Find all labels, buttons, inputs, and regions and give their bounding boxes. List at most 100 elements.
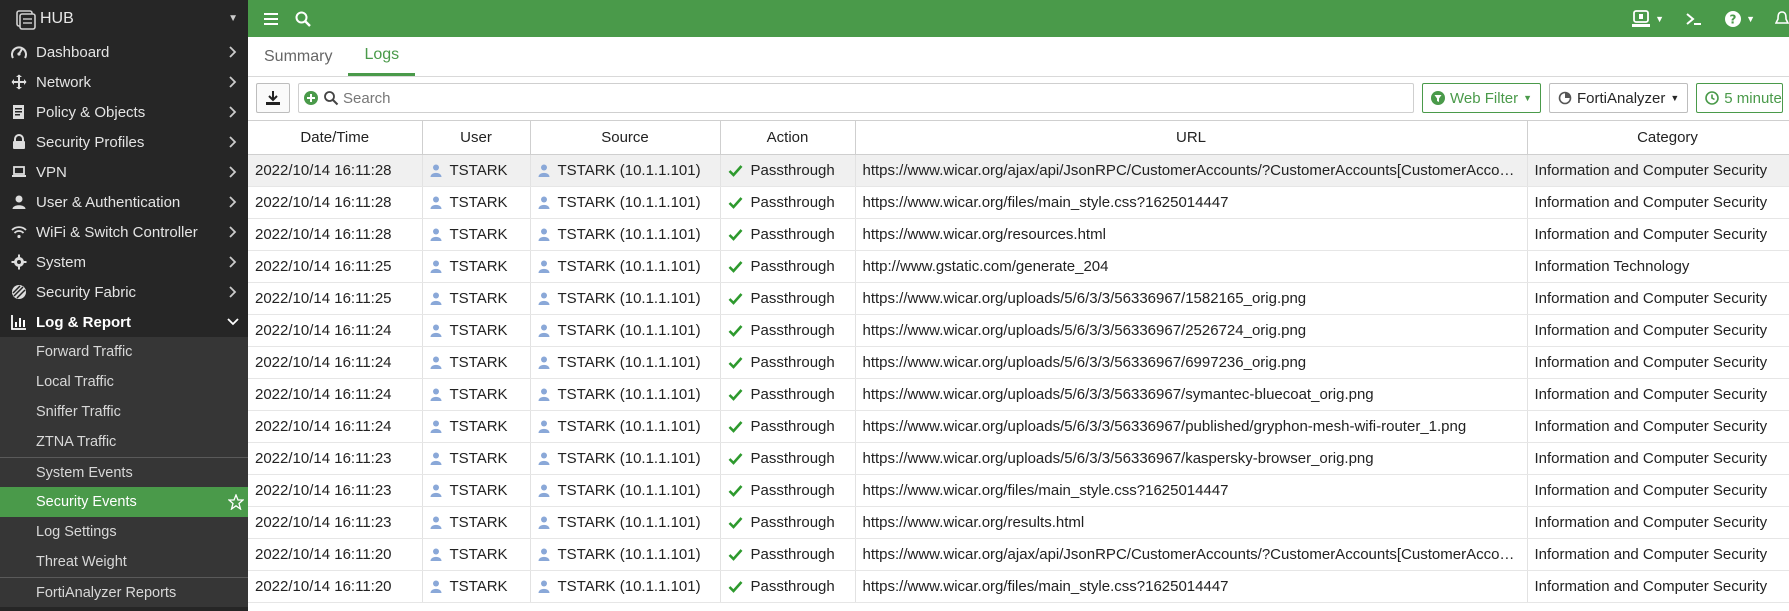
source-text: TSTARK (10.1.1.101) — [557, 258, 701, 275]
sidebar-item-label: Log & Report — [36, 313, 131, 331]
cell-user: TSTARK — [422, 314, 531, 347]
clock-icon — [1705, 91, 1720, 105]
category-text: Information and Computer Security — [1534, 450, 1768, 467]
cell-action: Passthrough — [720, 442, 856, 475]
search-icon[interactable] — [294, 10, 312, 28]
sidebar-subitem-fortianalyzer-reports[interactable]: FortiAnalyzer Reports — [0, 577, 248, 607]
caret-down-icon: ▼ — [228, 13, 238, 24]
cell-action: Passthrough — [720, 282, 856, 315]
dashboard-icon — [10, 43, 28, 61]
cell-category: Information Technology — [1527, 250, 1789, 283]
add-filter-icon[interactable] — [303, 90, 319, 106]
table-row[interactable]: 2022/10/14 16:11:25 TSTARK TSTARK (10.1.1.… — [248, 282, 1789, 315]
cell-source: TSTARK (10.1.1.101) — [530, 538, 721, 571]
table-row[interactable]: 2022/10/14 16:11:20 TSTARK TSTARK (10.1.1.… — [248, 538, 1789, 571]
help-menu[interactable]: ? ▼ — [1724, 10, 1755, 28]
device-icon — [16, 9, 36, 30]
sidebar-item-network[interactable]: Network — [0, 67, 248, 97]
sidebar-item-system[interactable]: System — [0, 247, 248, 277]
url-text: https://www.wicar.org/uploads/5/6/3/3/56… — [862, 450, 1374, 467]
column-header-user[interactable]: User — [422, 120, 531, 155]
action-text: Passthrough — [750, 386, 835, 403]
fortianalyzer-icon — [1558, 91, 1572, 105]
datetime-text: 2022/10/14 16:11:28 — [255, 194, 392, 211]
column-header-source[interactable]: Source — [530, 120, 721, 155]
sidebar-item-security-profiles[interactable]: Security Profiles — [0, 127, 248, 157]
cell-datetime: 2022/10/14 16:11:23 — [248, 506, 423, 539]
sidebar-item-vpn[interactable]: VPN — [0, 157, 248, 187]
search-input[interactable] — [343, 89, 1413, 107]
star-icon[interactable] — [228, 494, 244, 510]
user-text: TSTARK — [449, 322, 508, 339]
tab-summary[interactable]: Summary — [248, 37, 348, 76]
user-text: TSTARK — [449, 418, 508, 435]
laptop-icon — [10, 163, 28, 181]
device-name: HUB — [40, 9, 74, 27]
sidebar-subitem-ztna-traffic[interactable]: ZTNA Traffic — [0, 427, 248, 457]
table-row[interactable]: 2022/10/14 16:11:25 TSTARK TSTARK (10.1.1.… — [248, 250, 1789, 283]
search-bar — [298, 83, 1414, 113]
column-header-action[interactable]: Action — [720, 120, 856, 155]
table-row[interactable]: 2022/10/14 16:11:24 TSTARK TSTARK (10.1.1.… — [248, 410, 1789, 443]
sidebar-subitem-threat-weight[interactable]: Threat Weight — [0, 547, 248, 577]
sidebar-item-user-authentication[interactable]: User & Authentication — [0, 187, 248, 217]
user-icon — [430, 388, 441, 401]
log-source-dropdown[interactable]: FortiAnalyzer ▼ — [1549, 83, 1689, 113]
caret-down-icon: ▼ — [1655, 13, 1665, 24]
admin-menu[interactable]: ▼ — [1631, 9, 1664, 29]
download-button[interactable] — [256, 83, 290, 113]
cell-action: Passthrough — [720, 570, 856, 603]
column-header-category[interactable]: Category — [1527, 120, 1789, 155]
table-row[interactable]: 2022/10/14 16:11:24 TSTARK TSTARK (10.1.1.… — [248, 378, 1789, 411]
action-text: Passthrough — [750, 162, 835, 179]
sidebar-item-label: Security Profiles — [36, 133, 145, 151]
cell-url: https://www.wicar.org/resources.html — [855, 218, 1528, 251]
download-icon — [266, 91, 280, 105]
table-row[interactable]: 2022/10/14 16:11:24 TSTARK TSTARK (10.1.1.… — [248, 346, 1789, 379]
time-range-dropdown[interactable]: 5 minute — [1696, 83, 1783, 113]
menu-icon[interactable] — [262, 10, 280, 28]
category-text: Information and Computer Security — [1534, 482, 1768, 499]
cell-datetime: 2022/10/14 16:11:24 — [248, 314, 423, 347]
category-text: Information and Computer Security — [1534, 386, 1768, 403]
cell-source: TSTARK (10.1.1.101) — [530, 474, 721, 507]
user-icon — [538, 324, 549, 337]
sidebar-item-security-fabric[interactable]: Security Fabric — [0, 277, 248, 307]
wifi-icon — [10, 223, 28, 241]
sidebar-item-policy-objects[interactable]: Policy & Objects — [0, 97, 248, 127]
table-row[interactable]: 2022/10/14 16:11:28 TSTARK TSTARK (10.1.1.… — [248, 186, 1789, 219]
table-row[interactable]: 2022/10/14 16:11:20 TSTARK TSTARK (10.1.1.… — [248, 570, 1789, 603]
source-text: TSTARK (10.1.1.101) — [557, 514, 701, 531]
log-type-dropdown[interactable]: Web Filter ▼ — [1422, 83, 1541, 113]
sidebar-subitem-local-traffic[interactable]: Local Traffic — [0, 367, 248, 397]
sidebar-item-wifi-switch-controller[interactable]: WiFi & Switch Controller — [0, 217, 248, 247]
notifications-button[interactable] — [1775, 10, 1789, 28]
sidebar-subitem-sniffer-traffic[interactable]: Sniffer Traffic — [0, 397, 248, 427]
column-header-url[interactable]: URL — [855, 120, 1528, 155]
sidebar-item-dashboard[interactable]: Dashboard — [0, 37, 248, 67]
action-text: Passthrough — [750, 546, 835, 563]
cell-category: Information and Computer Security — [1527, 442, 1789, 475]
table-row[interactable]: 2022/10/14 16:11:23 TSTARK TSTARK (10.1.1.… — [248, 474, 1789, 507]
terminal-icon — [1686, 12, 1702, 25]
table-row[interactable]: 2022/10/14 16:11:28 TSTARK TSTARK (10.1.1.… — [248, 218, 1789, 251]
tab-logs[interactable]: Logs — [348, 37, 416, 76]
device-selector[interactable]: HUB ▼ — [0, 0, 248, 37]
user-icon — [430, 196, 441, 209]
sidebar-subitem-log-settings[interactable]: Log Settings — [0, 517, 248, 547]
cli-button[interactable] — [1684, 9, 1704, 29]
table-row[interactable]: 2022/10/14 16:11:23 TSTARK TSTARK (10.1.1.… — [248, 506, 1789, 539]
sidebar-subitem-security-events[interactable]: Security Events — [0, 487, 248, 517]
table-row[interactable]: 2022/10/14 16:11:24 TSTARK TSTARK (10.1.1.… — [248, 314, 1789, 347]
column-header-datetime[interactable]: Date/Time — [248, 120, 423, 155]
sidebar-subitem-forward-traffic[interactable]: Forward Traffic — [0, 337, 248, 367]
table-row[interactable]: 2022/10/14 16:11:28 TSTARK TSTARK (10.1.1.… — [248, 154, 1789, 187]
cell-category: Information and Computer Security — [1527, 506, 1789, 539]
sidebar-subitem-system-events[interactable]: System Events — [0, 457, 248, 487]
table-row[interactable]: 2022/10/14 16:11:23 TSTARK TSTARK (10.1.1.… — [248, 442, 1789, 475]
cell-user: TSTARK — [422, 378, 531, 411]
cell-url: https://www.wicar.org/uploads/5/6/3/3/56… — [855, 442, 1528, 475]
chevron-right-icon — [229, 166, 237, 178]
caret-down-icon: ▼ — [1670, 93, 1680, 103]
sidebar-item-log-report[interactable]: Log & Report — [0, 307, 248, 337]
